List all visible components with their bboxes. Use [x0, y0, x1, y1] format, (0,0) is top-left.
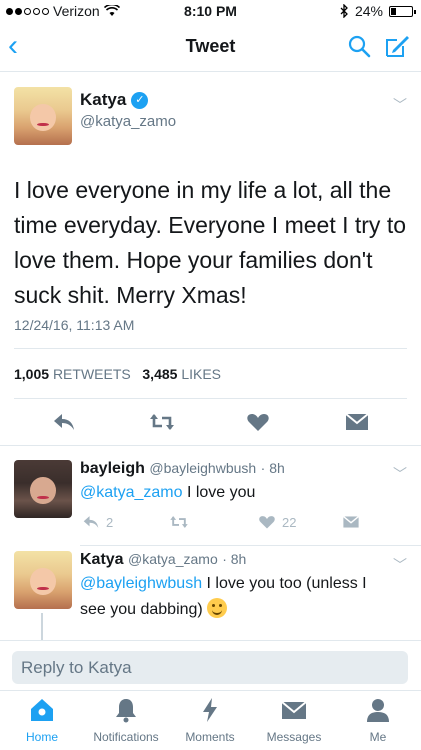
avatar[interactable] — [14, 460, 72, 518]
chevron-down-icon[interactable]: ﹀ — [393, 464, 407, 484]
divider — [14, 398, 407, 399]
like-count: 22 — [282, 514, 297, 530]
like-count: 3,485 — [142, 366, 178, 382]
tweet-text: I love everyone in my life a lot, all th… — [14, 177, 406, 308]
direct-message-icon[interactable] — [344, 411, 370, 433]
tab-label: Home — [25, 730, 58, 744]
tweet-timestamp: 12/24/16, 11:13 AM — [14, 317, 135, 333]
home-icon — [31, 699, 53, 721]
like-icon — [259, 516, 275, 529]
search-icon[interactable] — [347, 34, 371, 58]
retweet-icon[interactable] — [148, 411, 176, 433]
bluetooth-icon — [340, 4, 348, 18]
reply-time: · 8h — [222, 551, 247, 567]
reply-text-body: I love you — [182, 484, 256, 501]
reply-bar: Reply to Katya — [0, 640, 421, 690]
tab-messages[interactable]: Messages — [252, 697, 336, 744]
retweet-stat[interactable]: 1,005 RETWEETS — [14, 366, 131, 382]
tab-label: Me — [369, 730, 387, 744]
reply-author: bayleigh @bayleighwbush · 8h — [80, 460, 285, 478]
tab-label: Moments — [185, 730, 235, 744]
like-label: LIKES — [181, 366, 222, 382]
reply-text: @katya_zamo I love you — [80, 481, 390, 505]
tab-bar: Home Notifications Moments Messages Me — [0, 690, 421, 750]
direct-message-icon[interactable] — [342, 514, 360, 530]
reply-count: 2 — [106, 514, 114, 530]
like-stat[interactable]: 3,485 LIKES — [142, 366, 221, 382]
reply-action[interactable]: 2 — [82, 514, 113, 530]
divider — [80, 545, 421, 546]
retweet-label: RETWEETS — [52, 366, 131, 382]
chevron-down-icon[interactable]: ﹀ — [393, 555, 407, 575]
status-right: 24% — [340, 3, 416, 19]
reply-icon — [83, 516, 99, 528]
like-icon[interactable] — [246, 411, 270, 433]
tweet-stats: 1,005 RETWEETS 3,485 LIKES — [14, 366, 221, 382]
bell-icon — [116, 699, 136, 723]
tab-notifications[interactable]: Notifications — [84, 697, 168, 744]
smiling-hugging-emoji-icon — [207, 598, 228, 618]
avatar[interactable] — [14, 87, 72, 145]
compose-icon[interactable] — [383, 32, 411, 60]
tab-moments[interactable]: Moments — [168, 697, 252, 744]
tab-label: Notifications — [93, 730, 159, 744]
reply-text: @bayleighwbush I love you too (unless I … — [80, 571, 390, 623]
divider — [0, 445, 421, 446]
verified-icon: ✓ — [131, 91, 149, 109]
battery-icon — [389, 5, 416, 17]
thread-line — [41, 613, 43, 640]
battery-percent: 24% — [354, 3, 383, 19]
reply-author-name[interactable]: bayleigh — [80, 460, 145, 477]
author-handle[interactable]: @katya_zamo — [80, 113, 176, 130]
avatar[interactable] — [14, 551, 72, 609]
author-name[interactable]: Katya ✓ — [80, 90, 149, 110]
mention-link[interactable]: @bayleighwbush — [80, 575, 202, 592]
reply-input[interactable]: Reply to Katya — [12, 651, 408, 684]
lightning-icon — [203, 698, 217, 722]
divider — [14, 348, 407, 349]
status-bar: Verizon 8:10 PM 24% — [0, 0, 421, 22]
reply-author-handle[interactable]: @bayleighwbush — [149, 460, 256, 476]
retweet-icon[interactable] — [168, 514, 190, 530]
author-name-text: Katya — [80, 90, 127, 109]
reply-icon[interactable] — [52, 411, 76, 433]
mention-link[interactable]: @katya_zamo — [80, 484, 183, 501]
tab-label: Messages — [266, 730, 322, 744]
reply-author: Katya @katya_zamo · 8h — [80, 551, 246, 569]
reply-author-handle[interactable]: @katya_zamo — [128, 551, 218, 567]
tab-home[interactable]: Home — [0, 697, 84, 744]
chevron-down-icon[interactable]: ﹀ — [393, 95, 407, 115]
reply-time: · 8h — [260, 460, 285, 476]
reply-author-name[interactable]: Katya — [80, 551, 124, 568]
tab-me[interactable]: Me — [336, 697, 420, 744]
retweet-count: 1,005 — [14, 366, 50, 382]
nav-bar: ‹ Tweet — [0, 22, 421, 72]
person-icon — [367, 699, 389, 722]
like-action[interactable]: 22 — [258, 514, 296, 530]
envelope-icon — [281, 701, 307, 719]
